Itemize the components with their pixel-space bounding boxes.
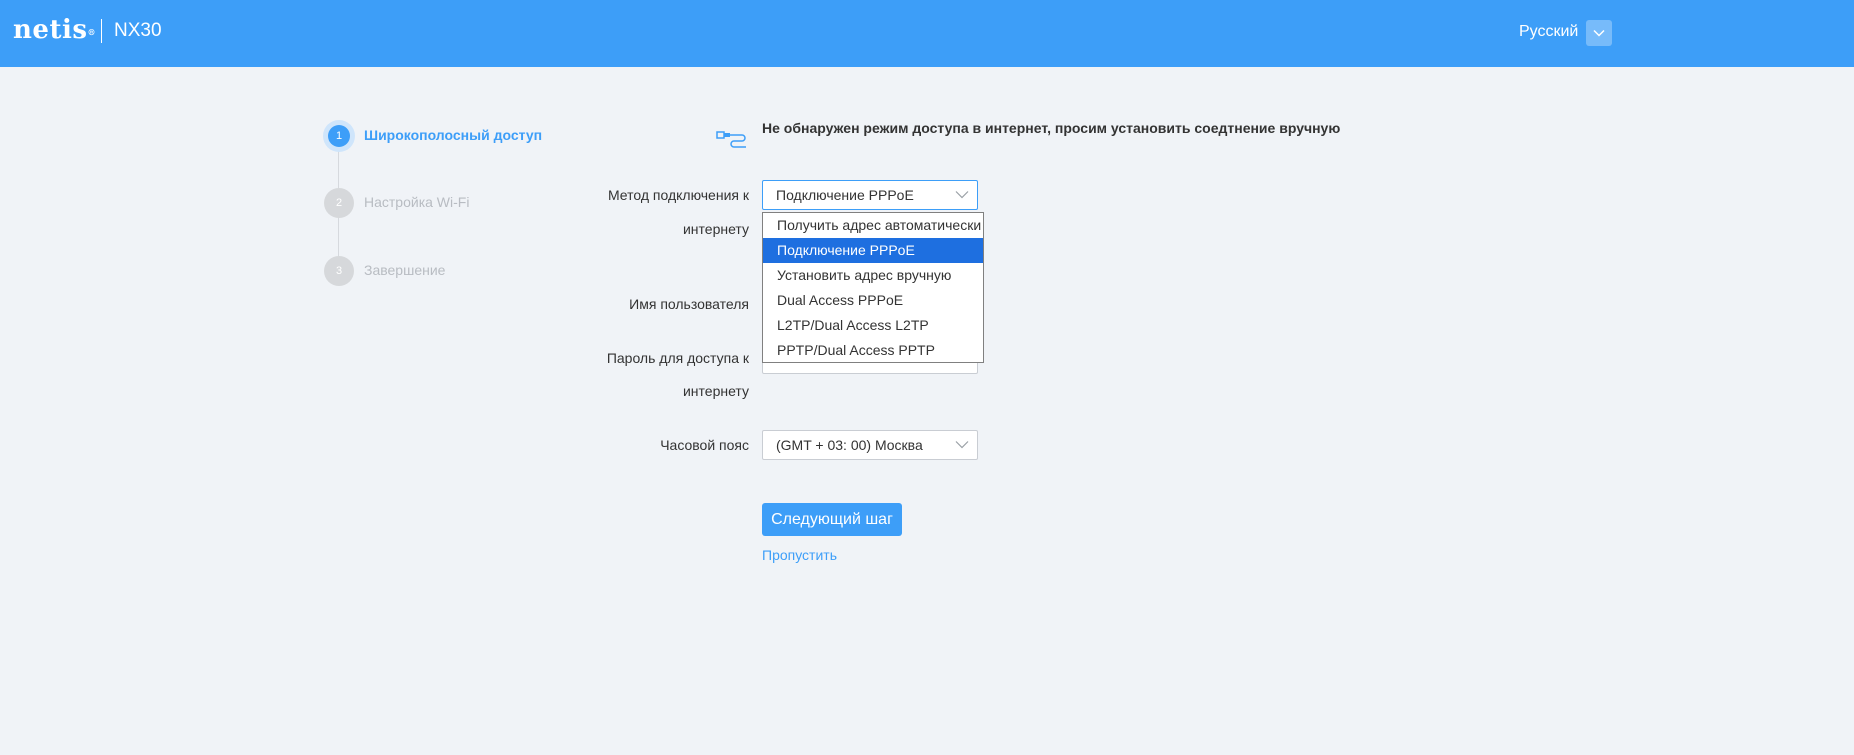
netis-logo: netis®: [13, 15, 96, 45]
password-label-line2: интернету: [682, 383, 749, 399]
timezone-label: Часовой пояс: [660, 437, 749, 453]
language-dropdown-button[interactable]: [1586, 20, 1612, 46]
connection-method-label-line2: интернету: [682, 221, 749, 237]
option-l2tp[interactable]: L2TP/Dual Access L2TP: [763, 313, 983, 338]
language-label[interactable]: Русский: [1519, 22, 1578, 42]
timezone-value: (GMT + 03: 00) Москва: [776, 437, 923, 453]
chevron-down-icon: [955, 441, 969, 449]
step-3-indicator: 3: [324, 256, 354, 286]
connection-method-dropdown: Получить адрес автоматически Подключение…: [762, 212, 984, 363]
top-bar: netis® NX30 Русский: [0, 0, 1854, 67]
option-manual-address[interactable]: Установить адрес вручную: [763, 263, 983, 288]
connection-method-select[interactable]: Подключение PPPoE: [762, 180, 978, 210]
step-2-indicator: 2: [324, 188, 354, 218]
no-connection-notice: Не обнаружен режим доступа в интернет, п…: [762, 120, 1341, 136]
timezone-select[interactable]: (GMT + 03: 00) Москва: [762, 430, 978, 460]
chevron-down-icon: [955, 191, 969, 199]
option-dual-access-pppoe[interactable]: Dual Access PPPoE: [763, 288, 983, 313]
step-3-label: Завершение: [364, 262, 446, 278]
logo-divider: [101, 19, 102, 43]
password-label: Пароль для доступа к: [606, 350, 749, 366]
step-1-indicator: 1: [328, 125, 350, 147]
step-1-label: Широкополосный доступ: [364, 127, 543, 143]
option-auto-address[interactable]: Получить адрес автоматически: [763, 213, 983, 238]
ethernet-cable-icon: [716, 131, 746, 148]
username-label: Имя пользователя: [629, 296, 749, 312]
step-2-label: Настройка Wi-Fi: [364, 194, 470, 210]
chevron-down-icon: [1593, 29, 1605, 37]
connection-method-value: Подключение PPPoE: [776, 187, 914, 203]
option-pptp[interactable]: PPTP/Dual Access PPTP: [763, 338, 983, 363]
next-step-button[interactable]: Следующий шаг: [762, 503, 902, 536]
skip-link[interactable]: Пропустить: [762, 546, 837, 564]
connection-method-label: Метод подключения к: [607, 187, 749, 203]
model-name: NX30: [114, 20, 162, 41]
option-pppoe[interactable]: Подключение PPPoE: [763, 238, 983, 263]
